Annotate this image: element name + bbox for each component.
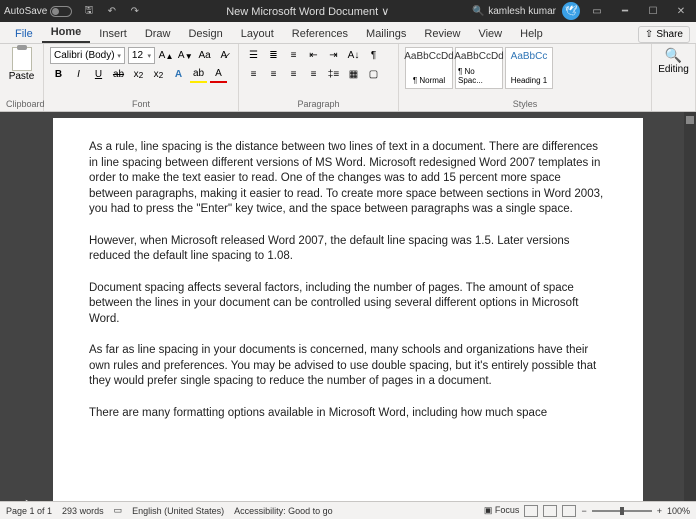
align-center-icon[interactable]: ≡ bbox=[265, 66, 282, 83]
vertical-scrollbar[interactable] bbox=[684, 112, 696, 501]
tab-view[interactable]: View bbox=[469, 25, 511, 43]
titlebar: AutoSave 🖫 ↶ ↷ New Microsoft Word Docume… bbox=[0, 0, 696, 22]
group-label-paragraph: Paragraph bbox=[245, 99, 392, 109]
avatar[interactable]: 🕊 bbox=[562, 2, 580, 20]
ribbon: Paste Clipboard Calibri (Body)▾ 12▾ A▲ A… bbox=[0, 44, 696, 112]
tab-design[interactable]: Design bbox=[179, 25, 231, 43]
autosave-toggle[interactable]: AutoSave bbox=[4, 6, 72, 17]
close-icon[interactable]: ✕ bbox=[670, 6, 692, 17]
style-normal[interactable]: AaBbCcDd¶ Normal bbox=[405, 47, 453, 89]
group-editing: 🔍 Editing bbox=[652, 44, 696, 111]
status-words[interactable]: 293 words bbox=[62, 506, 104, 516]
save-icon[interactable]: 🖫 bbox=[80, 3, 97, 20]
group-label-styles: Styles bbox=[405, 99, 645, 109]
italic-button[interactable]: I bbox=[70, 66, 87, 83]
focus-mode[interactable]: ▣ Focus bbox=[484, 505, 520, 516]
group-styles: AaBbCcDd¶ Normal AaBbCcDd¶ No Spac... Aa… bbox=[399, 44, 652, 111]
document-page[interactable]: As a rule, line spacing is the distance … bbox=[53, 118, 643, 501]
zoom-slider[interactable] bbox=[592, 510, 652, 512]
ribbon-options-icon[interactable]: ▭ bbox=[586, 6, 608, 17]
tab-mailings[interactable]: Mailings bbox=[357, 25, 415, 43]
line-spacing-icon[interactable]: ‡≡ bbox=[325, 66, 342, 83]
undo-icon[interactable]: ↶ bbox=[103, 3, 120, 20]
redo-icon[interactable]: ↷ bbox=[126, 3, 143, 20]
zoom-out-button[interactable]: − bbox=[581, 506, 586, 516]
share-button[interactable]: ⇧ Share bbox=[638, 26, 690, 43]
superscript-button[interactable]: x2 bbox=[150, 66, 167, 83]
document-area: As a rule, line spacing is the distance … bbox=[0, 112, 696, 501]
tab-file[interactable]: File bbox=[6, 25, 42, 43]
group-label-clipboard: Clipboard bbox=[6, 99, 37, 109]
align-left-icon[interactable]: ≡ bbox=[245, 66, 262, 83]
paragraph[interactable]: As far as line spacing in your documents… bbox=[89, 343, 607, 390]
tab-layout[interactable]: Layout bbox=[232, 25, 283, 43]
paragraph[interactable]: As a rule, line spacing is the distance … bbox=[89, 140, 607, 218]
search-icon[interactable]: 🔍 bbox=[472, 6, 482, 17]
ribbon-tabs: File Home Insert Draw Design Layout Refe… bbox=[0, 22, 696, 44]
clear-format-icon[interactable]: A̷ bbox=[216, 47, 232, 64]
paragraph[interactable]: Document spacing affects several factors… bbox=[89, 281, 607, 328]
shading-icon[interactable]: ▦ bbox=[345, 66, 362, 83]
increase-indent-icon[interactable]: ⇥ bbox=[325, 47, 342, 64]
multilevel-icon[interactable]: ≡ bbox=[285, 47, 302, 64]
print-layout-icon[interactable] bbox=[543, 505, 557, 517]
numbering-icon[interactable]: ≣ bbox=[265, 47, 282, 64]
style-heading1[interactable]: AaBbCcHeading 1 bbox=[505, 47, 553, 89]
highlight-button[interactable]: ab bbox=[190, 66, 207, 83]
share-icon: ⇧ bbox=[645, 29, 653, 40]
status-language[interactable]: English (United States) bbox=[132, 506, 224, 516]
justify-icon[interactable]: ≡ bbox=[305, 66, 322, 83]
bullets-icon[interactable]: ☰ bbox=[245, 47, 262, 64]
decrease-indent-icon[interactable]: ⇤ bbox=[305, 47, 322, 64]
tab-help[interactable]: Help bbox=[511, 25, 552, 43]
bold-button[interactable]: B bbox=[50, 66, 67, 83]
style-no-spacing[interactable]: AaBbCcDd¶ No Spac... bbox=[455, 47, 503, 89]
mouse-cursor-icon: ➤ bbox=[24, 496, 35, 501]
paste-button[interactable]: Paste bbox=[6, 47, 37, 82]
align-right-icon[interactable]: ≡ bbox=[285, 66, 302, 83]
tab-references[interactable]: References bbox=[283, 25, 357, 43]
web-layout-icon[interactable] bbox=[562, 505, 576, 517]
status-page[interactable]: Page 1 of 1 bbox=[6, 506, 52, 516]
zoom-level[interactable]: 100% bbox=[667, 506, 690, 516]
group-font: Calibri (Body)▾ 12▾ A▲ A▼ Aa A̷ B I U ab… bbox=[44, 44, 239, 111]
font-name-select[interactable]: Calibri (Body)▾ bbox=[50, 47, 125, 64]
paragraph[interactable]: However, when Microsoft released Word 20… bbox=[89, 234, 607, 265]
text-effects-icon[interactable]: A bbox=[170, 66, 187, 83]
tab-review[interactable]: Review bbox=[415, 25, 469, 43]
show-marks-icon[interactable]: ¶ bbox=[365, 47, 382, 64]
editing-button[interactable]: 🔍 Editing bbox=[658, 47, 689, 75]
font-size-select[interactable]: 12▾ bbox=[128, 47, 155, 64]
maximize-icon[interactable]: ☐ bbox=[642, 6, 664, 17]
group-paragraph: ☰ ≣ ≡ ⇤ ⇥ A↓ ¶ ≡ ≡ ≡ ≡ ‡≡ ▦ ▢ Paragraph bbox=[239, 44, 399, 111]
user-name[interactable]: kamlesh kumar bbox=[488, 6, 556, 17]
subscript-button[interactable]: x2 bbox=[130, 66, 147, 83]
read-mode-icon[interactable] bbox=[524, 505, 538, 517]
group-clipboard: Paste Clipboard bbox=[0, 44, 44, 111]
document-title[interactable]: New Microsoft Word Document ∨ bbox=[143, 5, 472, 18]
underline-button[interactable]: U bbox=[90, 66, 107, 83]
find-icon: 🔍 bbox=[665, 47, 682, 64]
strike-button[interactable]: ab bbox=[110, 66, 127, 83]
minimize-icon[interactable]: ━ bbox=[614, 6, 636, 17]
zoom-in-button[interactable]: + bbox=[657, 506, 662, 516]
status-accessibility[interactable]: Accessibility: Good to go bbox=[234, 506, 333, 516]
tab-insert[interactable]: Insert bbox=[90, 25, 136, 43]
sort-icon[interactable]: A↓ bbox=[345, 47, 362, 64]
group-label-font: Font bbox=[50, 99, 232, 109]
tab-draw[interactable]: Draw bbox=[136, 25, 180, 43]
spellcheck-icon[interactable]: ▭ bbox=[114, 505, 123, 516]
status-bar: Page 1 of 1 293 words ▭ English (United … bbox=[0, 501, 696, 519]
borders-icon[interactable]: ▢ bbox=[365, 66, 382, 83]
paragraph[interactable]: There are many formatting options availa… bbox=[89, 406, 607, 422]
clipboard-icon bbox=[12, 47, 32, 71]
font-color-button[interactable]: A bbox=[210, 66, 227, 83]
shrink-font-icon[interactable]: A▼ bbox=[177, 47, 193, 64]
grow-font-icon[interactable]: A▲ bbox=[158, 47, 174, 64]
change-case-icon[interactable]: Aa bbox=[197, 47, 213, 64]
tab-home[interactable]: Home bbox=[42, 23, 91, 43]
